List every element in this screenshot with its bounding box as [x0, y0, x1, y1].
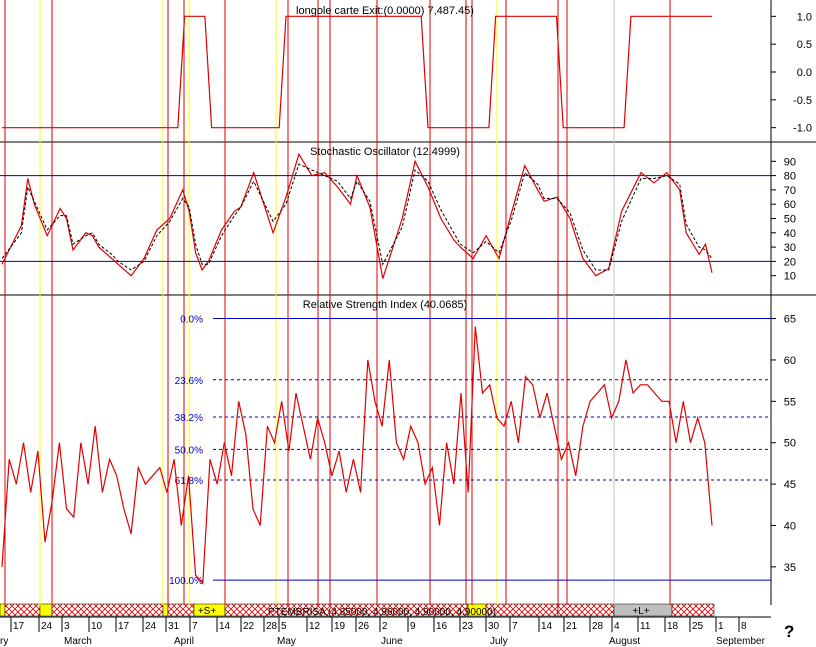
exit-signal-panel: longole carte Exit:(0.0000) 7,487.45) 1.…: [2, 5, 812, 135]
x-day-label: 23: [462, 621, 474, 632]
band-yellow-segment: [39, 603, 53, 617]
fib-level-label: 38.2%: [175, 413, 203, 424]
x-day-label: 5: [281, 621, 287, 632]
x-day-label: 24: [41, 621, 53, 632]
x-day-label: 14: [541, 621, 553, 632]
x-day-label: 21: [566, 621, 578, 632]
exit-y-tick-label: 1.0: [797, 11, 812, 23]
x-day-label: 18: [667, 621, 679, 632]
x-day-label: 2: [382, 621, 388, 632]
x-day-label: 9: [410, 621, 416, 632]
x-axis: 17 24 3 10 17 24 31 7 14 22 28 5 12 19 26 2 9 16 23 30 7 14 21…: [0, 616, 771, 647]
x-day-label: 31: [168, 621, 180, 632]
band-hatch-segment: [557, 603, 615, 617]
exit-y-tick-label: -0.5: [793, 95, 812, 107]
x-month-label: July: [490, 636, 508, 647]
x-day-label: 3: [64, 621, 70, 632]
x-day-label: 4: [614, 621, 620, 632]
stoch-y-tick-label: 70: [784, 185, 796, 197]
fib-level-label: 23.6%: [175, 376, 203, 387]
x-month-label: August: [609, 636, 640, 647]
band-overlay-text: PTEMBRISA (4.85000, 4.96000, 4.90000, 4.…: [268, 607, 496, 618]
exit-y-tick-label: -1.0: [793, 123, 812, 135]
stochastic-panel: Stochastic Oscillator (12.4999) 90 80 70 60…: [0, 146, 796, 283]
chart-canvas: +S+ +L+ longole carte Exit:(0.0000) 7,487…: [0, 0, 816, 647]
stoch-y-tick-label: 40: [784, 228, 796, 240]
x-day-label: 10: [91, 621, 103, 632]
x-day-label: 11: [640, 621, 651, 632]
exit-signal-line: [2, 15, 712, 129]
rsi-y-tick-label: 55: [784, 396, 796, 408]
stochastic-panel-title: Stochastic Oscillator (12.4999): [310, 146, 460, 158]
x-day-label: 1: [718, 621, 724, 632]
fib-level-label: 0.0%: [180, 315, 203, 326]
rsi-panel-title: Relative Strength Index (40.0685): [303, 299, 468, 311]
x-day-label: 12: [309, 621, 321, 632]
fib-level-label: 50.0%: [175, 445, 203, 456]
band-yellow-segment: [0, 603, 6, 617]
x-day-label: 28: [592, 621, 604, 632]
x-day-label: 16: [436, 621, 448, 632]
stoch-y-tick-label: 50: [784, 214, 796, 226]
x-day-label: 17: [13, 621, 25, 632]
band-hatch-segment: [167, 603, 195, 617]
x-month-label: September: [716, 636, 766, 647]
x-day-label: 26: [358, 621, 370, 632]
rsi-y-tick-label: 35: [784, 562, 796, 574]
band-hatch-segment: [485, 603, 559, 617]
exit-y-tick-label: 0.0: [797, 67, 812, 79]
x-day-label: 25: [692, 621, 704, 632]
band-hatch-segment: [51, 603, 164, 617]
x-month-label: March: [64, 636, 92, 647]
rsi-y-tick-label: 65: [784, 314, 796, 326]
chart-window: +S+ +L+ longole carte Exit:(0.0000) 7,487…: [0, 0, 816, 647]
x-day-label: 8: [741, 621, 747, 632]
rsi-panel: Relative Strength Index (40.0685) 65 60 55…: [1, 299, 796, 587]
rsi-y-tick-label: 40: [784, 521, 796, 533]
stoch-y-tick-label: 10: [784, 271, 796, 283]
rsi-y-tick-label: 50: [784, 438, 796, 450]
x-day-label: 14: [219, 621, 231, 632]
stoch-y-tick-label: 30: [784, 242, 796, 254]
x-day-label: 30: [488, 621, 500, 632]
rsi-line: [1, 326, 713, 585]
stoch-y-tick-label: 80: [784, 171, 796, 183]
stoch-y-tick-label: 20: [784, 256, 796, 268]
x-day-label: 24: [145, 621, 157, 632]
band-hatch-segment: [671, 603, 715, 617]
rsi-y-tick-label: 45: [784, 479, 796, 491]
x-day-label: 22: [243, 621, 255, 632]
stoch-y-tick-label: 60: [784, 199, 796, 211]
stoch-k-line: [1, 152, 713, 279]
x-day-label: 7: [512, 621, 518, 632]
rsi-y-tick-label: 60: [784, 355, 796, 367]
x-month-label: May: [277, 636, 296, 647]
band-marker-label: +L+: [632, 606, 649, 617]
band-hatch-segment: [4, 603, 41, 617]
help-icon[interactable]: ?: [784, 622, 794, 642]
band-yellow-segment: [162, 603, 169, 617]
stoch-y-tick-label: 90: [784, 156, 796, 168]
x-month-label: ry: [0, 636, 8, 647]
x-day-label: 17: [118, 621, 130, 632]
x-month-label: June: [381, 636, 403, 647]
exit-panel-title: longole carte Exit:(0.0000) 7,487.45): [296, 5, 474, 17]
x-day-label: 28: [266, 621, 278, 632]
stoch-signal-line: [1, 163, 713, 271]
exit-y-tick-label: 0.5: [797, 39, 812, 51]
x-day-label: 7: [192, 621, 198, 632]
x-month-label: April: [174, 636, 194, 647]
x-day-label: 19: [334, 621, 346, 632]
band-marker-label: +S+: [198, 606, 217, 617]
